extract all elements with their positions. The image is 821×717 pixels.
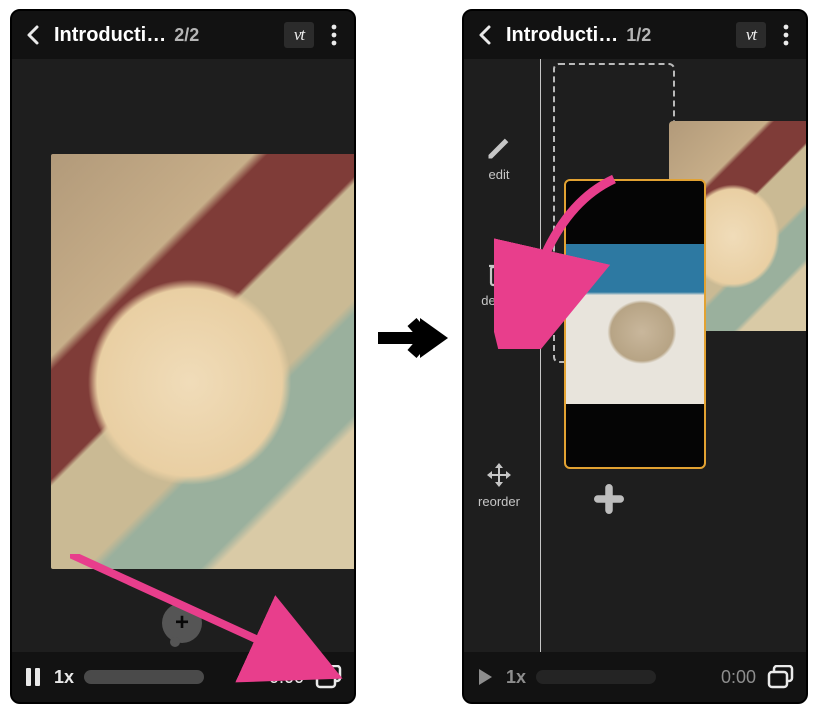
- pencil-icon: [485, 134, 513, 162]
- transition-arrow: [374, 310, 450, 366]
- reorder-tool[interactable]: reorder: [478, 461, 520, 509]
- add-slide-button[interactable]: [592, 482, 626, 516]
- play-icon: [477, 668, 493, 686]
- app-logo[interactable]: vt: [736, 22, 766, 48]
- slides-panel-button[interactable]: [766, 665, 796, 689]
- pause-icon: [25, 668, 41, 686]
- delete-label: delete: [481, 293, 516, 308]
- player-footer: 1x 0:00: [12, 652, 354, 702]
- layers-icon: [767, 665, 795, 689]
- timecode: 0:00: [254, 667, 304, 688]
- delete-tool[interactable]: delete: [481, 260, 516, 308]
- move-icon: [485, 461, 513, 489]
- project-title[interactable]: Introducti…: [54, 24, 166, 47]
- page-counter: 1/2: [626, 25, 651, 46]
- pause-button[interactable]: [22, 668, 44, 686]
- project-title[interactable]: Introducti…: [506, 24, 618, 47]
- chevron-left-icon: [473, 23, 497, 47]
- layers-icon: [315, 665, 343, 689]
- slides-panel-button[interactable]: [314, 665, 344, 689]
- phone-slides-view: Introducti… 1/2 vt edit: [462, 9, 808, 704]
- edit-tool[interactable]: edit: [485, 134, 513, 182]
- scrubber[interactable]: [84, 670, 204, 684]
- media-photo[interactable]: [51, 154, 356, 569]
- add-comment-button[interactable]: +: [162, 603, 202, 643]
- plus-icon: +: [175, 611, 189, 635]
- page-counter: 2/2: [174, 25, 199, 46]
- timecode: 0:00: [706, 667, 756, 688]
- slide-thumbnail-selected[interactable]: [564, 179, 706, 469]
- header-bar: Introducti… 2/2 vt: [12, 11, 354, 59]
- more-menu-button[interactable]: [320, 24, 348, 46]
- more-vertical-icon: [331, 24, 337, 46]
- header-bar: Introducti… 1/2 vt: [464, 11, 806, 59]
- player-canvas[interactable]: +: [12, 59, 354, 656]
- slide-tools: edit delete: [464, 134, 534, 509]
- player-footer: 1x 0:00: [464, 652, 806, 702]
- plus-icon: [594, 484, 624, 514]
- slides-canvas: edit delete: [464, 59, 806, 656]
- playback-speed[interactable]: 1x: [54, 667, 74, 688]
- more-vertical-icon: [783, 24, 789, 46]
- reorder-label: reorder: [478, 494, 520, 509]
- more-menu-button[interactable]: [772, 24, 800, 46]
- play-button[interactable]: [474, 668, 496, 686]
- app-logo[interactable]: vt: [284, 22, 314, 48]
- playback-speed[interactable]: 1x: [506, 667, 526, 688]
- chevron-left-icon: [21, 23, 45, 47]
- edit-label: edit: [489, 167, 510, 182]
- trash-icon: [485, 260, 513, 288]
- back-button[interactable]: [470, 23, 500, 47]
- phone-player-view: Introducti… 2/2 vt + 1x 0:00: [10, 9, 356, 704]
- back-button[interactable]: [18, 23, 48, 47]
- divider: [540, 59, 541, 656]
- scrubber[interactable]: [536, 670, 656, 684]
